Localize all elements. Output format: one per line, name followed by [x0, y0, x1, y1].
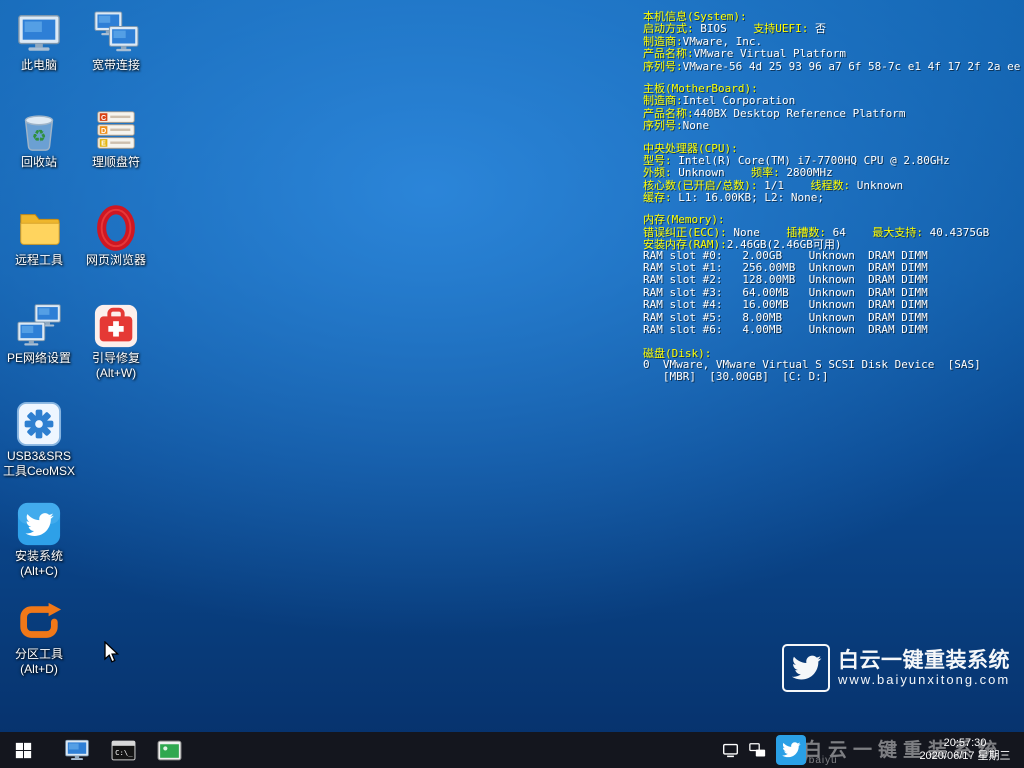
- svg-text:C:\_: C:\_: [115, 748, 133, 757]
- sysinfo-line: RAM slot #5: 8.00MB Unknown DRAM DIMM: [643, 311, 1021, 323]
- brand-bird-icon: [782, 644, 830, 692]
- sysinfo-line: 主板(MotherBoard):: [643, 80, 1021, 92]
- taskbar-app-media-tool[interactable]: [146, 732, 192, 768]
- sysinfo-line: 核心数(已开启/总数): 1/1 线程数: Unknown: [643, 177, 1021, 189]
- desktop-icon-broadband[interactable]: 宽带连接: [78, 10, 154, 73]
- sysinfo-line: RAM slot #1: 256.00MB Unknown DRAM DIMM: [643, 261, 1021, 273]
- desktop-icon-label: 分区工具: [1, 647, 77, 662]
- desktop-icon-label: 引导修复: [78, 351, 154, 366]
- sysinfo-line: RAM slot #6: 4.00MB Unknown DRAM DIMM: [643, 323, 1021, 335]
- partition-tool-icon: [16, 599, 62, 645]
- svg-text:C: C: [101, 114, 106, 122]
- system-info: 本机信息(System):启动方式: BIOS 支持UEFI: 否制造商:VMw…: [643, 8, 1021, 383]
- desktop-icon-usb3-srs-tool[interactable]: USB3&SRS 工具CeoMSX: [1, 401, 77, 479]
- taskbar: C:\_ 白云一键重装系统 /baiyu: [0, 732, 1024, 768]
- taskbar-app-cmd[interactable]: C:\_: [100, 732, 146, 768]
- svg-text:D: D: [101, 127, 106, 135]
- desktop-icon-label: PE网络设置: [1, 351, 77, 366]
- desktop-icon-label: 回收站: [1, 155, 77, 170]
- bird-logo-icon: [16, 501, 62, 547]
- sysinfo-line: 磁盘(Disk):: [643, 345, 1021, 357]
- clock-time: 20:57:30: [912, 737, 1018, 750]
- desktop-icon-label: 宽带连接: [78, 58, 154, 73]
- sysinfo-line: [MBR] [30.00GB] [C: D:]: [643, 370, 1021, 382]
- sysinfo-line: [643, 335, 1021, 345]
- sysinfo-line: 制造商:Intel Corporation: [643, 92, 1021, 104]
- desktop-icon-label: USB3&SRS: [1, 449, 77, 464]
- recycle-bin-icon: ♻: [16, 107, 62, 153]
- desktop: 此电脑 宽带连接 ♻ 回收站 C D E 理: [0, 0, 1024, 768]
- windows-logo-icon: [15, 742, 32, 759]
- sysinfo-line: 启动方式: BIOS 支持UEFI: 否: [643, 20, 1021, 32]
- desktop-icon-label-2: 工具CeoMSX: [1, 464, 77, 479]
- taskbar-app-pe-tool[interactable]: [54, 732, 100, 768]
- desktop-icon-install-system[interactable]: 安装系统 (Alt+C): [1, 501, 77, 579]
- desktop-icon-drive-letter-tool[interactable]: C D E 理顺盘符: [78, 107, 154, 170]
- desktop-icon-partition-tool[interactable]: 分区工具 (Alt+D): [1, 599, 77, 677]
- brand-url: www.baiyunxitong.com: [838, 672, 1010, 687]
- repair-toolbox-icon: [93, 303, 139, 349]
- sysinfo-line: 内存(Memory):: [643, 211, 1021, 223]
- tray-brand-bird-icon[interactable]: [776, 735, 806, 765]
- opera-browser-icon: [93, 205, 139, 251]
- computer-icon: [16, 10, 62, 56]
- sysinfo-line: 制造商:VMware, Inc.: [643, 33, 1021, 45]
- sysinfo-line: 错误纠正(ECC): None 插槽数: 64 最大支持: 40.4375GB: [643, 224, 1021, 236]
- desktop-icon-web-browser[interactable]: 网页浏览器: [78, 205, 154, 268]
- system-tray: 20:57:30 2020/06/17 星期三: [722, 732, 1024, 768]
- sysinfo-line: 产品名称:440BX Desktop Reference Platform: [643, 105, 1021, 117]
- svg-text:♻: ♻: [32, 128, 47, 146]
- desktop-icon-label-2: (Alt+W): [78, 366, 154, 381]
- drive-letters-icon: C D E: [93, 107, 139, 153]
- gear-icon: [16, 401, 62, 447]
- sysinfo-line: RAM slot #0: 2.00GB Unknown DRAM DIMM: [643, 249, 1021, 261]
- sysinfo-line: 产品名称:VMware Virtual Platform: [643, 45, 1021, 57]
- brand-title: 白云一键重装系统: [838, 644, 1010, 674]
- sysinfo-line: 0 VMware, VMware Virtual S SCSI Disk Dev…: [643, 358, 1021, 370]
- tray-network-icon[interactable]: [749, 742, 766, 759]
- svg-text:E: E: [101, 140, 106, 148]
- mouse-cursor: [101, 641, 123, 665]
- taskbar-clock[interactable]: 20:57:30 2020/06/17 星期三: [912, 737, 1018, 763]
- sysinfo-line: RAM slot #2: 128.00MB Unknown DRAM DIMM: [643, 273, 1021, 285]
- media-tool-icon: [157, 738, 182, 763]
- desktop-icon-label-2: (Alt+D): [1, 662, 77, 677]
- sysinfo-line: RAM slot #3: 64.00MB Unknown DRAM DIMM: [643, 286, 1021, 298]
- folder-icon: [16, 205, 62, 251]
- desktop-icon-this-pc[interactable]: 此电脑: [1, 10, 77, 73]
- desktop-icon-pe-network-settings[interactable]: PE网络设置: [1, 303, 77, 366]
- desktop-icon-label: 理顺盘符: [78, 155, 154, 170]
- clock-date: 2020/06/17 星期三: [912, 750, 1018, 763]
- desktop-icon-recycle-bin[interactable]: ♻ 回收站: [1, 107, 77, 170]
- sysinfo-line: 中央处理器(CPU):: [643, 140, 1021, 152]
- network-settings-icon: [16, 303, 62, 349]
- desktop-icon-label: 此电脑: [1, 58, 77, 73]
- desktop-icon-boot-repair[interactable]: 引导修复 (Alt+W): [78, 303, 154, 381]
- command-prompt-icon: C:\_: [111, 738, 136, 763]
- pe-tool-icon: [64, 737, 90, 763]
- brand-watermark: 白云一键重装系统 www.baiyunxitong.com: [782, 641, 1014, 699]
- sysinfo-line: 本机信息(System):: [643, 8, 1021, 20]
- desktop-icon-label-2: (Alt+C): [1, 564, 77, 579]
- desktop-icon-label: 网页浏览器: [78, 253, 154, 268]
- desktop-icon-label: 安装系统: [1, 549, 77, 564]
- desktop-icon-label: 远程工具: [1, 253, 77, 268]
- start-button[interactable]: [0, 732, 46, 768]
- sysinfo-line: 型号: Intel(R) Core(TM) i7-7700HQ CPU @ 2.…: [643, 152, 1021, 164]
- dual-monitor-icon: [93, 10, 139, 56]
- sysinfo-line: 序列号:VMware-56 4d 25 93 96 a7 6f 58-7c e1…: [643, 58, 1021, 70]
- sysinfo-line: RAM slot #4: 16.00MB Unknown DRAM DIMM: [643, 298, 1021, 310]
- desktop-icon-remote-tools[interactable]: 远程工具: [1, 205, 77, 268]
- tray-display-icon[interactable]: [722, 742, 739, 759]
- sysinfo-line: 外频: Unknown 频率: 2800MHz: [643, 164, 1021, 176]
